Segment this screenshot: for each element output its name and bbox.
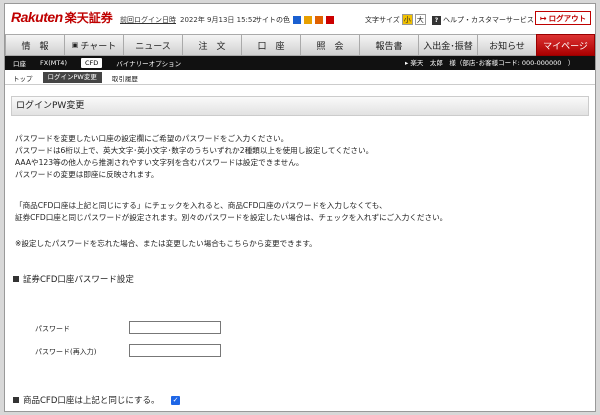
last-login-label[interactable]: 前回ログイン日時 [120, 15, 176, 25]
nav-info[interactable]: 情 報 [5, 34, 64, 56]
header: Rakuten 楽天証券 前回ログイン日時 2022年 9月13日 15:52 … [5, 4, 595, 30]
logout-label: ログアウト [548, 13, 587, 23]
password-field[interactable] [129, 321, 221, 334]
site-color-swatch[interactable] [293, 16, 301, 24]
third-nav: トップ ログインPW変更 取引履歴 [5, 71, 595, 85]
instruction-line: パスワードの変更は即座に反映されます。 [15, 170, 159, 179]
nav-reports[interactable]: 報告書 [359, 34, 418, 56]
password-label: パスワード [35, 325, 70, 333]
nav-news[interactable]: ニュース [123, 34, 182, 56]
logout-button[interactable]: ↦ ログアウト [535, 11, 591, 25]
sub-nav: 口座 FX(MT4) CFD バイナリーオプション ▸ 楽天 太郎 様（部店･お… [5, 56, 595, 70]
help-label: ヘルプ・カスタマーサービス [443, 16, 534, 24]
page-title: ログインPW変更 [11, 96, 589, 116]
site-color-swatch[interactable] [304, 16, 312, 24]
help-icon: ? [432, 15, 441, 25]
instruction-line: パスワードを変更したい口座の設定欄にご希望のパスワードをご入力ください。 [15, 134, 289, 143]
checkbox-explanation: 「商品CFD口座は上記と同じにする」にチェックを入れると、商品CFD口座のパスワ… [15, 200, 447, 224]
explanation-line: 「商品CFD口座は上記と同じにする」にチェックを入れると、商品CFD口座のパスワ… [15, 201, 387, 210]
nav-notice[interactable]: お知らせ [477, 34, 536, 56]
nav-mypage[interactable]: マイページ [536, 34, 595, 56]
section-commodity-cfd-title: 商品CFD口座は上記と同じにする。 [23, 396, 160, 406]
logo[interactable]: Rakuten 楽天証券 [11, 9, 113, 25]
subnav-cfd[interactable]: CFD [80, 58, 103, 68]
last-login: 前回ログイン日時 2022年 9月13日 15:52 [120, 15, 257, 25]
browser-frame: Rakuten 楽天証券 前回ログイン日時 2022年 9月13日 15:52 … [4, 3, 596, 412]
nav-order[interactable]: 注 文 [182, 34, 241, 56]
section-securities-cfd-title: 証券CFD口座パスワード設定 [23, 275, 134, 285]
tab-login-pw-change[interactable]: ログインPW変更 [42, 72, 102, 83]
same-as-above-checkbox[interactable]: ✓ [171, 396, 180, 405]
tab-history[interactable]: 取引履歴 [112, 73, 138, 83]
nav-inquiry[interactable]: 照 会 [300, 34, 359, 56]
explanation-line: 証券CFD口座と同じパスワードが設定されます。別々のパスワードを設定したい場合は… [15, 213, 448, 222]
logo-en: Rakuten [11, 9, 63, 25]
instructions: パスワードを変更したい口座の設定欄にご希望のパスワードをご入力ください。 パスワ… [15, 133, 373, 181]
user-info: ▸ 楽天 太郎 様（部店･お客様コード: 000-000000 ） [405, 56, 574, 70]
font-small-button[interactable]: 小 [401, 14, 413, 25]
main-nav: 情 報 ▣ チャート ニュース 注 文 口 座 照 会 報告書 入出金･振替 お知… [5, 34, 595, 56]
font-size-label: 文字サイズ [365, 15, 400, 24]
section-securities-cfd: 証券CFD口座パスワード設定 [13, 273, 134, 285]
font-large-button[interactable]: 大 [414, 14, 426, 25]
password-confirm-field[interactable] [129, 344, 221, 357]
font-size-selector: 文字サイズ 小 大 [365, 14, 426, 25]
logout-icon: ↦ [539, 13, 547, 23]
site-color-picker: サイトの色 [255, 15, 334, 25]
help-link[interactable]: ? ヘルプ・カスタマーサービス [432, 15, 534, 25]
nav-account[interactable]: 口 座 [241, 34, 300, 56]
subnav-account[interactable]: 口座 [13, 58, 26, 68]
site-color-label: サイトの色 [255, 16, 290, 24]
nav-chart[interactable]: ▣ チャート [64, 34, 123, 56]
section-commodity-cfd: 商品CFD口座は上記と同じにする。 [13, 394, 159, 406]
tab-top[interactable]: トップ [13, 73, 33, 83]
site-color-swatch[interactable] [326, 16, 334, 24]
user-info-text: 楽天 太郎 様（部店･お客様コード: 000-000000 ） [410, 59, 575, 67]
password-confirm-label: パスワード(再入力) [35, 348, 97, 356]
nav-chart-label: チャート [80, 41, 117, 52]
last-login-value: 2022年 9月13日 15:52 [180, 16, 257, 24]
logo-ja: 楽天証券 [64, 11, 113, 25]
site-color-swatch[interactable] [315, 16, 323, 24]
instruction-line: AAAや123等の他人から推測されやすい文字列を含むパスワードは設定できません。 [15, 158, 304, 167]
subnav-binary[interactable]: バイナリーオプション [116, 58, 181, 68]
instruction-line: パスワードは6桁以上で、英大文字･英小文字･数字のうちいずれか2種類以上を使用し… [15, 146, 374, 155]
square-bullet-icon [13, 276, 19, 282]
subnav-fx[interactable]: FX(MT4) [40, 59, 67, 67]
note: ※設定したパスワードを忘れた場合、または変更したい場合もこちらから変更できます。 [15, 239, 317, 248]
chart-icon: ▣ [71, 41, 79, 49]
square-bullet-icon [13, 397, 19, 403]
nav-deposit[interactable]: 入出金･振替 [418, 34, 477, 56]
